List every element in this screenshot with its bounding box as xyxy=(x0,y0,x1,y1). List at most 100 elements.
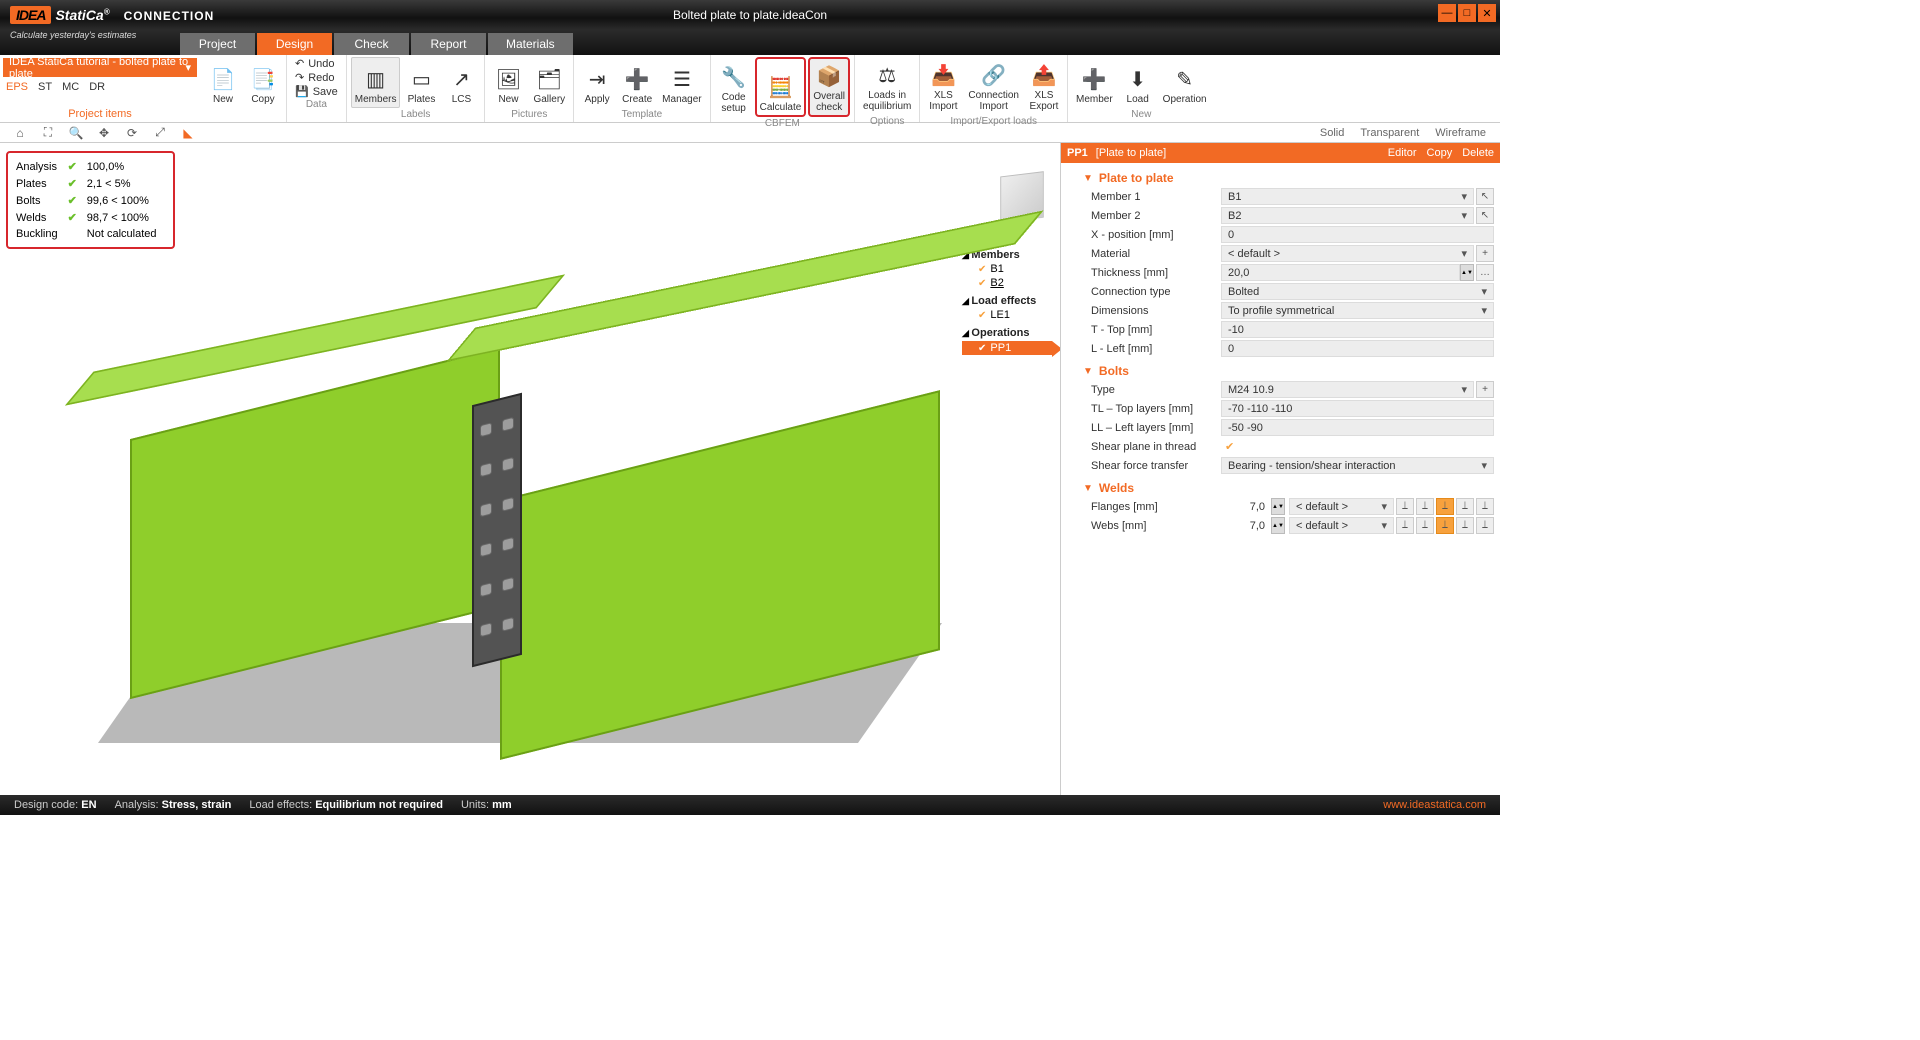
shearforce-select[interactable]: Bearing - tension/shear interaction xyxy=(1221,457,1494,474)
apply-button[interactable]: ⇥Apply xyxy=(578,57,616,108)
toplayers-input[interactable]: -70 -110 -110 xyxy=(1221,400,1494,417)
calculate-icon: 🧮 xyxy=(765,72,795,102)
weld-opt4-icon[interactable]: ⟘ xyxy=(1456,498,1474,515)
connection-import-button[interactable]: 🔗Connection Import xyxy=(964,57,1023,115)
redo-button[interactable]: ↷ Redo xyxy=(295,71,338,84)
zoom-window-icon[interactable]: ⛶ xyxy=(40,125,56,141)
webs-value[interactable]: 7,0 xyxy=(1221,520,1271,532)
results-summary: Analysis✔100,0% Plates✔2,1 < 5% Bolts✔99… xyxy=(6,151,175,249)
rotate-icon[interactable]: ⟳ xyxy=(124,125,140,141)
main-tabs: Calculate yesterday's estimates Project … xyxy=(0,30,1500,55)
lcs-button[interactable]: ↗LCS xyxy=(442,57,480,108)
codesetup-button[interactable]: 🔧Code setup xyxy=(715,57,753,117)
shearplane-check[interactable]: ✔ xyxy=(1221,440,1234,453)
axis-icon[interactable]: ◣ xyxy=(180,125,196,141)
close-button[interactable]: ✕ xyxy=(1478,4,1496,22)
mode-mc[interactable]: MC xyxy=(62,81,79,93)
properties-panel: PP1 [Plate to plate] Editor Copy Delete … xyxy=(1060,143,1500,795)
xls-export-button[interactable]: 📤XLS Export xyxy=(1025,57,1063,115)
minimize-button[interactable]: — xyxy=(1438,4,1456,22)
members-button[interactable]: ▥Members xyxy=(351,57,401,108)
flanges-material-select[interactable]: < default > xyxy=(1289,498,1394,515)
picture-new-button[interactable]: 🖼New xyxy=(489,57,527,108)
section-welds[interactable]: Welds xyxy=(1061,479,1500,497)
material-add-icon[interactable]: + xyxy=(1476,245,1494,262)
plates-button[interactable]: ▭Plates xyxy=(402,57,440,108)
status-url[interactable]: www.ideastatica.com xyxy=(1383,799,1486,811)
prop-editor-button[interactable]: Editor xyxy=(1388,147,1417,159)
section-plate[interactable]: Plate to plate xyxy=(1061,169,1500,187)
status-bar: Design code: EN Analysis: Stress, strain… xyxy=(0,795,1500,815)
overallcheck-button[interactable]: 📦Overall check xyxy=(808,57,850,117)
section-bolts[interactable]: Bolts xyxy=(1061,362,1500,380)
new-load-button[interactable]: ⬇Load xyxy=(1119,57,1157,108)
calculate-button[interactable]: 🧮Calculate xyxy=(755,57,807,117)
fit-icon[interactable]: ⤢ xyxy=(152,125,168,141)
bolttype-select[interactable]: M24 10.9 xyxy=(1221,381,1474,398)
weld-w2-icon[interactable]: ⟘ xyxy=(1416,517,1434,534)
thickness-input[interactable]: 20,0 xyxy=(1221,264,1460,281)
manager-button[interactable]: ☰Manager xyxy=(658,57,705,108)
pick-member1-icon[interactable]: ↖ xyxy=(1476,188,1494,205)
webs-spinner[interactable]: ▲▼ xyxy=(1271,517,1285,534)
tab-project[interactable]: Project xyxy=(180,33,255,55)
mode-wireframe[interactable]: Wireframe xyxy=(1435,127,1486,139)
gallery-button[interactable]: 🗂Gallery xyxy=(529,57,569,108)
prop-delete-button[interactable]: Delete xyxy=(1462,147,1494,159)
maximize-button[interactable]: □ xyxy=(1458,4,1476,22)
leftlayers-input[interactable]: -50 -90 xyxy=(1221,419,1494,436)
copy-button[interactable]: 📑Copy xyxy=(244,57,282,108)
thickness-more-icon[interactable]: … xyxy=(1476,264,1494,281)
mode-dr[interactable]: DR xyxy=(89,81,105,93)
flanges-spinner[interactable]: ▲▼ xyxy=(1271,498,1285,515)
dimensions-select[interactable]: To profile symmetrical xyxy=(1221,302,1494,319)
project-dropdown[interactable]: IDEA StatiCa tutorial - bolted plate to … xyxy=(3,58,197,77)
new-operation-button[interactable]: ✎Operation xyxy=(1159,57,1211,108)
save-button[interactable]: 💾 Save xyxy=(295,85,338,98)
weld-w5-icon[interactable]: ⟘ xyxy=(1476,517,1494,534)
xpos-input[interactable]: 0 xyxy=(1221,226,1494,243)
thickness-spinner[interactable]: ▲▼ xyxy=(1460,264,1474,281)
weld-w3-icon[interactable]: ⟘ xyxy=(1436,517,1454,534)
lleft-input[interactable]: 0 xyxy=(1221,340,1494,357)
tab-materials[interactable]: Materials xyxy=(488,33,573,55)
tab-design[interactable]: Design xyxy=(257,33,332,55)
tab-check[interactable]: Check xyxy=(334,33,409,55)
weld-opt2-icon[interactable]: ⟘ xyxy=(1416,498,1434,515)
new-button[interactable]: 📄New xyxy=(204,57,242,108)
material-select[interactable]: < default > xyxy=(1221,245,1474,262)
conntype-select[interactable]: Bolted xyxy=(1221,283,1494,300)
new-member-button[interactable]: ➕Member xyxy=(1072,57,1117,108)
weld-w1-icon[interactable]: ⟘ xyxy=(1396,517,1414,534)
flanges-value[interactable]: 7,0 xyxy=(1221,501,1271,513)
mode-eps[interactable]: EPS xyxy=(6,81,28,93)
pick-member2-icon[interactable]: ↖ xyxy=(1476,207,1494,224)
manager-icon: ☰ xyxy=(667,64,697,94)
weld-opt3-icon[interactable]: ⟘ xyxy=(1436,498,1454,515)
pan-icon[interactable]: ✥ xyxy=(96,125,112,141)
viewport-3d[interactable]: Analysis✔100,0% Plates✔2,1 < 5% Bolts✔99… xyxy=(0,143,1060,795)
ttop-input[interactable]: -10 xyxy=(1221,321,1494,338)
weld-w4-icon[interactable]: ⟘ xyxy=(1456,517,1474,534)
properties-header: PP1 [Plate to plate] Editor Copy Delete xyxy=(1061,143,1500,163)
home-view-icon[interactable]: ⌂ xyxy=(12,125,28,141)
mode-st[interactable]: ST xyxy=(38,81,52,93)
tab-report[interactable]: Report xyxy=(411,33,486,55)
member1-select[interactable]: B1 xyxy=(1221,188,1474,205)
weld-opt5-icon[interactable]: ⟘ xyxy=(1476,498,1494,515)
ribbon-group-new: ➕Member ⬇Load ✎Operation New xyxy=(1068,55,1215,122)
undo-button[interactable]: ↶ Undo xyxy=(295,57,338,70)
create-icon: ➕ xyxy=(622,64,652,94)
prop-copy-button[interactable]: Copy xyxy=(1427,147,1453,159)
connection-import-icon: 🔗 xyxy=(979,60,1009,90)
zoom-icon[interactable]: 🔍 xyxy=(68,125,84,141)
mode-transparent[interactable]: Transparent xyxy=(1360,127,1419,139)
bolttype-add-icon[interactable]: + xyxy=(1476,381,1494,398)
mode-solid[interactable]: Solid xyxy=(1320,127,1344,139)
create-button[interactable]: ➕Create xyxy=(618,57,656,108)
weld-opt1-icon[interactable]: ⟘ xyxy=(1396,498,1414,515)
xls-import-button[interactable]: 📥XLS Import xyxy=(924,57,962,115)
loads-equilibrium-button[interactable]: ⚖Loads in equilibrium xyxy=(859,57,915,115)
member2-select[interactable]: B2 xyxy=(1221,207,1474,224)
webs-material-select[interactable]: < default > xyxy=(1289,517,1394,534)
